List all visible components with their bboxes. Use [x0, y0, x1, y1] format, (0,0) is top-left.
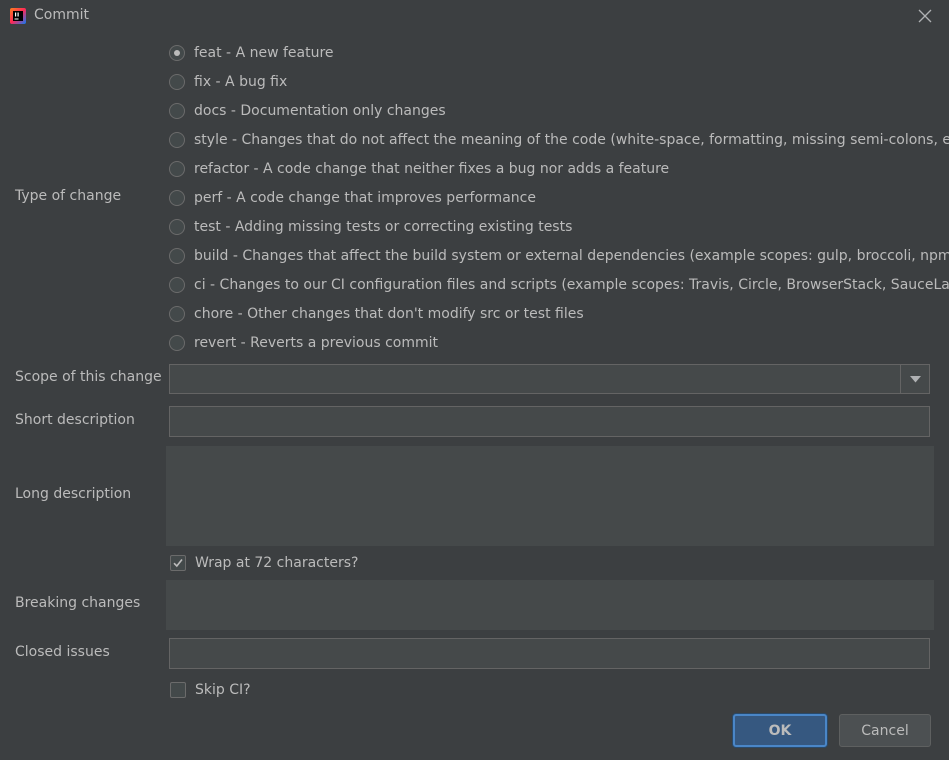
radio-button[interactable] [169, 190, 185, 206]
radio-button[interactable] [169, 306, 185, 322]
scope-combobox[interactable] [169, 364, 930, 394]
checkmark-icon [173, 559, 183, 568]
skip-ci-checkbox-row[interactable]: Skip CI? [170, 680, 251, 700]
radio-button[interactable] [169, 103, 185, 119]
radio-button[interactable] [169, 45, 185, 61]
radio-option-chore[interactable]: chore - Other changes that don't modify … [168, 302, 584, 326]
close-icon [918, 9, 932, 23]
radio-button[interactable] [169, 335, 185, 351]
skip-ci-checkbox[interactable] [170, 682, 186, 698]
radio-button[interactable] [169, 248, 185, 264]
short-description-input[interactable] [169, 406, 930, 437]
chevron-down-icon[interactable] [910, 376, 921, 383]
wrap-checkbox-label: Wrap at 72 characters? [195, 555, 359, 571]
radio-button[interactable] [169, 132, 185, 148]
radio-option-style[interactable]: style - Changes that do not affect the m… [168, 128, 949, 152]
ok-button[interactable]: OK [733, 714, 827, 747]
scope-label: Scope of this change [15, 369, 162, 385]
radio-label: docs - Documentation only changes [194, 103, 446, 119]
long-description-textarea[interactable] [166, 446, 934, 546]
window-title: Commit [34, 7, 89, 23]
radio-label: chore - Other changes that don't modify … [194, 306, 584, 322]
radio-option-perf[interactable]: perf - A code change that improves perfo… [168, 186, 536, 210]
radio-option-docs[interactable]: docs - Documentation only changes [168, 99, 446, 123]
radio-label: refactor - A code change that neither fi… [194, 161, 670, 177]
breaking-changes-label: Breaking changes [15, 595, 141, 611]
radio-option-ci[interactable]: ci - Changes to our CI configuration fil… [168, 273, 949, 297]
radio-option-test[interactable]: test - Adding missing tests or correctin… [168, 215, 572, 239]
wrap-checkbox-row[interactable]: Wrap at 72 characters? [170, 553, 358, 573]
radio-button[interactable] [169, 219, 185, 235]
radio-label: fix - A bug fix [194, 74, 288, 90]
radio-option-fix[interactable]: fix - A bug fix [168, 70, 287, 94]
radio-label: style - Changes that do not affect the m… [194, 132, 949, 148]
cancel-button[interactable]: Cancel [839, 714, 931, 747]
radio-button[interactable] [169, 277, 185, 293]
radio-option-revert[interactable]: revert - Reverts a previous commit [168, 331, 438, 355]
radio-option-build[interactable]: build - Changes that affect the build sy… [168, 244, 949, 268]
radio-option-feat[interactable]: feat - A new feature [168, 41, 334, 65]
radio-label: perf - A code change that improves perfo… [194, 190, 536, 206]
type-of-change-label: Type of change [15, 188, 122, 204]
close-button[interactable] [912, 3, 938, 29]
radio-label: build - Changes that affect the build sy… [194, 248, 949, 264]
radio-label: revert - Reverts a previous commit [194, 335, 439, 351]
closed-issues-input[interactable] [169, 638, 930, 669]
intellij-idea-icon [10, 8, 26, 24]
radio-label: feat - A new feature [194, 45, 334, 61]
radio-label: test - Adding missing tests or correctin… [194, 219, 573, 235]
radio-button[interactable] [169, 74, 185, 90]
closed-issues-label: Closed issues [15, 644, 110, 660]
skip-ci-label: Skip CI? [195, 682, 251, 698]
long-description-label: Long description [15, 486, 132, 502]
breaking-changes-textarea[interactable] [166, 580, 934, 630]
title-bar: Commit [0, 0, 949, 32]
radio-option-refactor[interactable]: refactor - A code change that neither fi… [168, 157, 669, 181]
radio-label: ci - Changes to our CI configuration fil… [194, 277, 949, 293]
wrap-checkbox[interactable] [170, 555, 186, 571]
short-description-label: Short description [15, 412, 135, 428]
radio-button[interactable] [169, 161, 185, 177]
